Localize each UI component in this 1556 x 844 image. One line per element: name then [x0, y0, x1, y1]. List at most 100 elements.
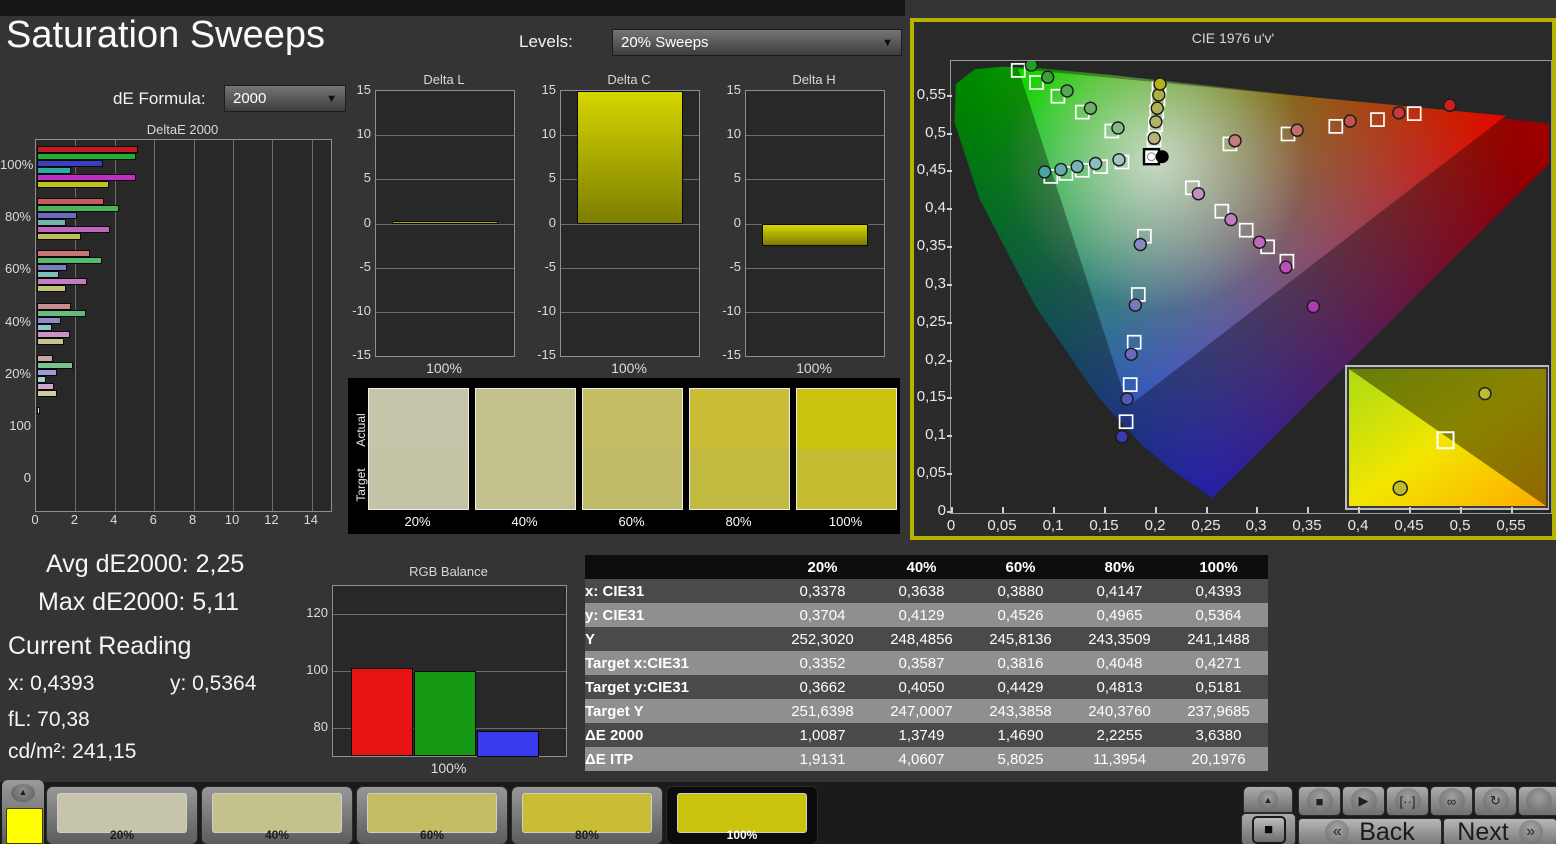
target-row-label: Target	[354, 460, 368, 510]
de-formula-dropdown[interactable]: 2000 ▼	[224, 85, 346, 112]
cie-measured-point	[1129, 299, 1141, 311]
table-column-header: 40%	[872, 555, 971, 579]
cie-x-tickmark	[1002, 507, 1004, 513]
deltae-bar	[37, 181, 109, 188]
refresh-icon: ↻	[1483, 788, 1509, 814]
cie-measured-point	[1393, 107, 1405, 119]
levels-dropdown[interactable]: 20% Sweeps ▼	[612, 29, 902, 56]
deltae-chart	[35, 139, 332, 512]
y-tick-label: 10	[713, 126, 741, 141]
stop-measure-button[interactable]: ■	[1241, 813, 1296, 844]
cie-y-tickmark	[947, 473, 952, 475]
next-button[interactable]: Next »	[1443, 818, 1556, 844]
table-row: Target Y251,6398247,0007243,3858240,3760…	[585, 699, 1268, 723]
table-row: Target y:CIE310,36620,40500,44290,48130,…	[585, 675, 1268, 699]
actual-swatch-half	[583, 389, 682, 449]
table-cell: 251,6398	[773, 699, 872, 723]
table-cell: 0,3662	[773, 675, 872, 699]
table-cell: 0,4048	[1070, 651, 1169, 675]
cie-measured-point	[1055, 164, 1067, 176]
deltae-group-label: 20%	[0, 366, 31, 381]
back-button[interactable]: « Back	[1298, 818, 1442, 844]
y-tick-label: -15	[713, 347, 741, 362]
y-tick-label: 5	[528, 170, 556, 185]
y-tick-label: -5	[343, 259, 371, 274]
play-button[interactable]: ▶	[1342, 786, 1385, 816]
swatch-level-label: 20%	[368, 514, 467, 529]
x-tick-label: 6	[145, 512, 161, 527]
cie-x-tickmark	[1460, 507, 1462, 513]
cie-x-tick: 0,55	[1491, 517, 1531, 534]
cie-measured-point	[1085, 102, 1097, 114]
deltae-bar	[37, 264, 67, 271]
rgb-xlabel: 100%	[332, 760, 565, 776]
level-button-label: 20%	[47, 828, 197, 842]
level-button-20%[interactable]: 20%	[46, 786, 198, 844]
deltae-bar	[37, 317, 61, 324]
delta-bar	[577, 91, 683, 224]
mini-chart-xlabel: 100%	[375, 360, 513, 376]
collapse-panel-button[interactable]: ▲	[11, 784, 35, 802]
cie-measured-point	[1150, 116, 1162, 128]
next-button-label: Next	[1457, 818, 1508, 844]
cie-measured-point	[1134, 239, 1146, 251]
app-window: Saturation Sweeps dE Formula: 2000 ▼ Lev…	[0, 0, 1556, 844]
deltae-bar	[37, 369, 57, 376]
table-cell: 0,4965	[1070, 603, 1169, 627]
deltae-bar	[37, 146, 138, 153]
deltae-bar	[37, 303, 71, 310]
level-button-label: 100%	[667, 828, 817, 842]
level-button-60%[interactable]: 60%	[356, 786, 508, 844]
cie-measured-point	[1154, 78, 1166, 90]
bracket-dots-button[interactable]: [··]	[1386, 786, 1429, 816]
table-column-header: 100%	[1169, 555, 1268, 579]
current-level-panel: ▲	[2, 780, 44, 844]
collapse-controls-button[interactable]: ▲	[1243, 786, 1293, 813]
level-swatch	[522, 793, 652, 833]
chevron-down-icon: ▼	[326, 93, 337, 105]
cie-y-tickmark	[947, 360, 952, 362]
deltae-bar	[37, 160, 103, 167]
blank-circle-icon	[1526, 788, 1552, 814]
deltae-bar	[37, 338, 64, 345]
gridline	[376, 312, 514, 313]
level-swatch	[677, 793, 807, 833]
table-cell: 0,4813	[1070, 675, 1169, 699]
gridline	[194, 140, 195, 511]
table-cell: 0,3704	[773, 603, 872, 627]
back-button-label: Back	[1359, 818, 1415, 844]
refresh-button[interactable]: ↻	[1474, 786, 1517, 816]
level-button-40%[interactable]: 40%	[201, 786, 353, 844]
table-cell: 243,3858	[971, 699, 1070, 723]
blank-circle-button[interactable]	[1518, 786, 1556, 816]
delta-c-chart	[560, 90, 700, 357]
table-corner	[585, 555, 773, 579]
chevrons-right-icon: »	[1519, 820, 1543, 844]
stop-button[interactable]: ■	[1298, 786, 1341, 816]
levels-label: Levels:	[519, 32, 573, 52]
level-button-80%[interactable]: 80%	[511, 786, 663, 844]
table-cell: 5,8025	[971, 747, 1070, 771]
y-tick-label: -5	[528, 259, 556, 274]
rgb-balance-title: RGB Balance	[332, 564, 565, 579]
cie-measured-point	[1090, 158, 1102, 170]
target-swatch-half	[476, 449, 575, 509]
table-cell: 0,4050	[872, 675, 971, 699]
target-swatch-half	[690, 449, 789, 509]
cie-y-tickmark	[947, 397, 952, 399]
infinity-icon: ∞	[1439, 788, 1465, 814]
cie-x-tickmark	[1358, 507, 1360, 513]
table-cell: 245,8136	[971, 627, 1070, 651]
level-button-100%[interactable]: 100%	[666, 786, 818, 844]
y-tick-label: 5	[343, 170, 371, 185]
level-swatch	[57, 793, 187, 833]
cie-x-tick: 0,25	[1186, 517, 1226, 534]
cie-x-tick: 0,3	[1236, 517, 1276, 534]
table-cell: 252,3020	[773, 627, 872, 651]
deltae-bar	[37, 331, 70, 338]
level-button-label: 40%	[202, 828, 352, 842]
y-tick-label: 15	[713, 82, 741, 97]
infinity-button[interactable]: ∞	[1430, 786, 1473, 816]
table-cell: 2,2255	[1070, 723, 1169, 747]
gridline	[115, 140, 116, 511]
